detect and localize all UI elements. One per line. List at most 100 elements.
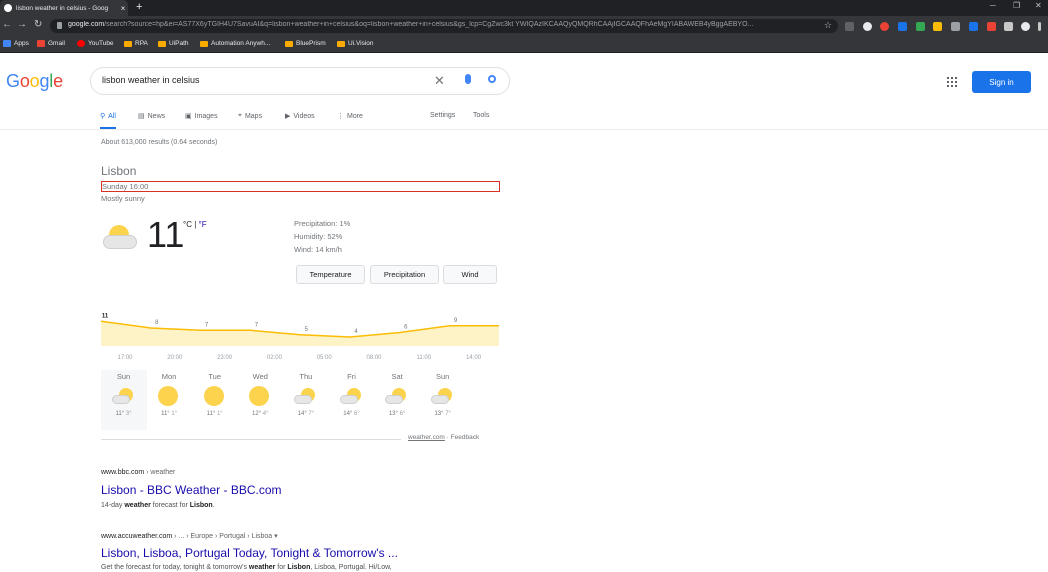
data-label: 7 [205,322,209,328]
bookmark-uipath[interactable]: UiPath [158,40,189,47]
tab-all[interactable]: ⚲ All [100,112,116,129]
profile-avatar-icon[interactable] [1021,22,1030,31]
tab-maps[interactable]: ⌖ Maps [238,112,262,120]
url-host: google.com [68,21,105,28]
data-label: 9 [454,318,458,324]
wind-button[interactable]: Wind [443,265,497,284]
extension-icon[interactable] [898,22,907,31]
forecast-day[interactable]: Wed 12° 4° [238,372,283,417]
forecast-temps: 14° 6° [343,411,360,417]
tools-link[interactable]: Tools [473,112,489,119]
bookmark-automation-anywhere[interactable]: Automation Anywh... [200,40,270,47]
extension-icon[interactable] [933,22,942,31]
tab-videos[interactable]: ▶ Videos [285,112,315,121]
temperature-button[interactable]: Temperature [296,265,365,284]
result-snippet: 14-day weather forecast for Lisbon. [101,502,215,509]
extension-icon[interactable] [951,22,960,31]
forecast-day-name: Sun [116,372,131,381]
forecast-day[interactable]: Fri 14° 6° [329,372,374,417]
mic-icon[interactable] [465,74,471,84]
forecast-day[interactable]: Sat 13° 6° [375,372,420,417]
result-cite: www.accuweather.com › ... › Europe › Por… [101,533,278,540]
back-icon[interactable]: ← [2,19,12,30]
forecast-temps: 11° 1° [161,411,178,417]
extension-icon[interactable] [987,22,996,31]
google-logo[interactable]: Google [6,71,63,92]
data-label: 4 [354,329,358,335]
forecast-day[interactable]: Sun 11° 3° [101,372,146,417]
result-title-link[interactable]: Lisbon, Lisboa, Portugal Today, Tonight … [101,546,398,560]
forecast-temps: 13° 6° [388,411,406,417]
clear-icon[interactable]: ✕ [434,73,445,89]
bookmark-rpa[interactable]: RPA [124,40,148,47]
bookmark-blueprism[interactable]: BluePrism [285,40,326,47]
url-text: google.com/search?source=hp&ei=AS77X6yTG… [68,21,808,28]
extension-icon[interactable] [969,22,978,31]
extension-icon[interactable] [845,22,854,31]
apps-grid-icon[interactable] [947,77,957,87]
forecast-day[interactable]: Thu 14° 7° [283,372,328,417]
x-tick-label: 20:00 [167,355,183,361]
url-field[interactable]: google.com/search?source=hp&ei=AS77X6yTG… [50,19,838,33]
tab-news[interactable]: ▤ News [138,112,165,121]
forecast-day[interactable]: Tue 11° 1° [192,372,237,417]
forward-icon[interactable]: → [17,19,27,30]
extension-icon[interactable] [863,22,872,31]
forecast-day-name: Wed [252,372,268,381]
news-icon: ▤ [138,113,145,120]
forecast-temps: 11° 3° [115,411,132,417]
google-favicon-icon [4,4,12,12]
search-box[interactable]: lisbon weather in celsius ✕ [90,67,510,95]
result-title-link[interactable]: Lisbon - BBC Weather - BBC.com [101,483,282,497]
wind: Wind: 14 km/h [294,245,342,254]
precipitation: Precipitation: 1% [294,219,351,228]
forecast-day[interactable]: Mon 11° 1° [147,372,192,417]
extensions-puzzle-icon[interactable] [1004,22,1013,31]
minimize-icon[interactable]: ─ [990,1,996,10]
bookmark-star-icon[interactable]: ☆ [824,20,832,31]
restore-icon[interactable]: ❐ [1013,1,1020,10]
new-tab-button[interactable]: + [136,1,142,13]
result-snippet: Get the forecast for today, tonight & to… [101,564,392,571]
tabs-divider [0,129,1048,130]
apps-grid-icon [3,40,11,47]
forecast-day-name: Tue [208,372,222,381]
sunny-icon [247,386,273,408]
search-input[interactable]: lisbon weather in celsius [102,75,200,85]
bookmark-gmail[interactable]: Gmail [37,40,65,47]
feedback-link[interactable]: Feedback [451,434,480,441]
bookmark-youtube[interactable]: YouTube [77,40,114,47]
weather-com-link[interactable]: weather.com [408,434,445,441]
address-bar: ← → ↻ google.com/search?source=hp&ei=AS7… [0,16,1048,36]
search-icon[interactable] [488,75,496,83]
sign-in-button[interactable]: Sign in [972,71,1031,93]
humidity: Humidity: 52% [294,232,343,241]
partly-cloudy-icon [384,386,410,408]
x-tick-label: 11:00 [417,355,432,361]
tab-images[interactable]: ▣ Images [185,112,218,121]
partly-sunny-icon [101,223,141,251]
bookmark-apps[interactable]: Apps [3,40,29,47]
extension-icon[interactable] [880,22,889,31]
data-label: 8 [155,320,159,326]
weather-time: Sunday 16:00 [101,181,500,192]
browser-tab[interactable]: lisbon weather in celsius - Goog × [0,0,128,16]
extension-icon[interactable] [916,22,925,31]
celsius-unit[interactable]: °C [183,220,192,229]
url-path: /search?source=hp&ei=AS77X6yTGIH4U7SavuA… [104,21,754,28]
tab-more[interactable]: ⋮ More [337,112,363,121]
window-close-icon[interactable]: ✕ [1035,1,1042,10]
bookmark-uivision[interactable]: Ui.Vision [337,40,374,47]
fahrenheit-unit[interactable]: °F [199,220,207,229]
tab-close-icon[interactable]: × [118,4,128,13]
lock-icon [57,22,62,29]
reload-icon[interactable]: ↻ [34,19,42,30]
x-tick-label: 08:00 [366,355,382,361]
menu-kebab-icon[interactable] [1038,22,1041,31]
forecast-temps: 11° 1° [206,411,223,417]
data-label: 5 [305,327,309,333]
forecast-day[interactable]: Sun 13° 7° [420,372,465,417]
precipitation-button[interactable]: Precipitation [370,265,439,284]
settings-link[interactable]: Settings [430,112,455,119]
video-icon: ▶ [285,113,291,120]
